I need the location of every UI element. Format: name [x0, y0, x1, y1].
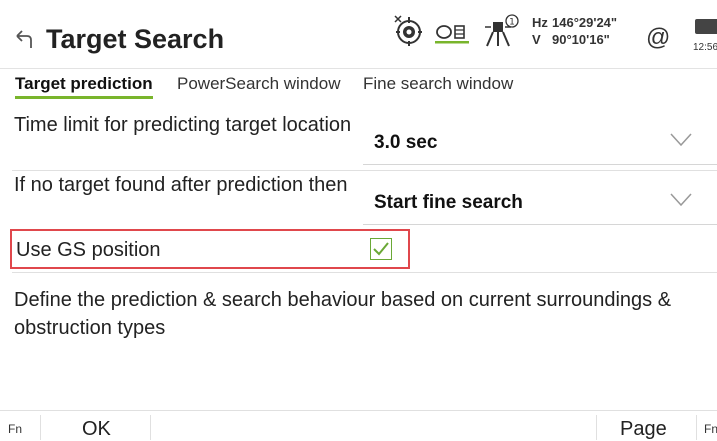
description-text: Define the prediction & search behaviour… [14, 289, 672, 339]
gs-position-label: Use GS position [16, 239, 161, 261]
fn-key-right[interactable]: Fn [704, 422, 717, 436]
v-label: V [532, 32, 541, 47]
tab-target-prediction[interactable]: Target prediction [15, 74, 153, 99]
hz-value: 146°29'24" [552, 15, 618, 30]
edm-mode-icon[interactable] [435, 22, 469, 44]
no-target-value: Start fine search [374, 192, 523, 213]
divider [150, 415, 151, 440]
no-target-dropdown[interactable]: Start fine search [363, 180, 717, 225]
chevron-down-icon [670, 193, 692, 207]
divider [12, 272, 717, 273]
clock: 12:56 [693, 42, 717, 53]
v-value: 90°10'16" [552, 32, 610, 47]
time-limit-dropdown[interactable]: 3.0 sec [363, 120, 717, 165]
fn-key-left[interactable]: Fn [8, 422, 22, 436]
back-arrow-icon[interactable] [10, 26, 36, 52]
softkey-bar: Fn OK Page Fn [0, 410, 717, 440]
page-title: Target Search [46, 24, 225, 54]
divider [696, 415, 697, 440]
divider [40, 415, 41, 440]
checkmark-icon [373, 242, 389, 256]
ok-button[interactable]: OK [82, 418, 111, 441]
page-button[interactable]: Page [620, 418, 667, 441]
battery-icon [695, 19, 717, 34]
divider [12, 170, 717, 171]
hz-label: Hz [532, 15, 548, 30]
time-limit-label: Time limit for predicting target locatio… [14, 114, 352, 136]
no-target-label: If no target found after prediction then [14, 174, 348, 196]
tab-fine-search-window[interactable]: Fine search window [363, 74, 513, 94]
instrument-face-icon[interactable]: 1 [483, 14, 519, 48]
time-limit-value: 3.0 sec [374, 132, 438, 153]
tab-powersearch-window[interactable]: PowerSearch window [177, 74, 340, 94]
divider [596, 415, 597, 440]
svg-text:1: 1 [509, 18, 515, 28]
title-bar: Target Search 1 Hz 146°29'24" V 90°10'16" … [0, 0, 717, 69]
chevron-down-icon [670, 133, 692, 147]
connection-at-icon[interactable]: @ [646, 24, 670, 52]
gs-position-row: Use GS position [10, 229, 410, 269]
angle-readout: Hz 146°29'24" V 90°10'16" [532, 14, 617, 48]
prism-target-icon[interactable] [393, 14, 423, 46]
gs-position-checkbox[interactable] [370, 238, 392, 260]
